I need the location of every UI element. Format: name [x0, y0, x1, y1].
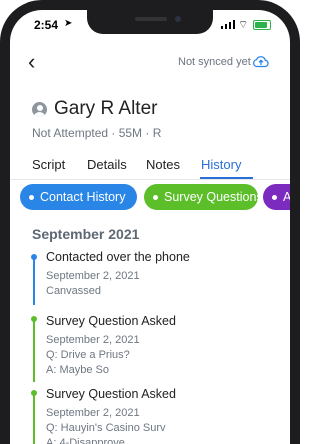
filter-chip-partial[interactable]: A — [263, 184, 290, 210]
history-entry[interactable]: Contacted over the phone September 2, 20… — [46, 250, 190, 299]
back-button[interactable]: ‹ — [28, 51, 35, 73]
cloud-upload-icon[interactable] — [252, 54, 270, 68]
history-entry-date: September 2, 2021 — [46, 407, 140, 419]
history-entry-question: Q: Hauyin's Casino Surv — [46, 422, 166, 434]
history-entry-detail: Canvassed — [46, 285, 102, 297]
tab-details[interactable]: Details — [87, 157, 127, 172]
history-entry[interactable]: Survey Question Asked September 2, 2021 … — [46, 387, 176, 444]
nav-bar: ‹ Not synced yet — [10, 50, 290, 80]
history-entry[interactable]: Survey Question Asked September 2, 2021 … — [46, 314, 176, 378]
history-entry-date: September 2, 2021 — [46, 334, 140, 346]
history-entry-title: Survey Question Asked — [46, 387, 176, 401]
phone-screen: 2:54 ➤ ⌔ ‹ Not synced yet Gary R Alter N… — [0, 0, 300, 444]
history-filter-chips: Contact History Survey Questions A — [20, 184, 290, 210]
filter-survey-questions[interactable]: Survey Questions — [144, 184, 263, 210]
timeline-dot — [31, 254, 37, 260]
timeline-dot — [31, 390, 37, 396]
tab-notes[interactable]: Notes — [146, 157, 180, 172]
history-entry-title: Survey Question Asked — [46, 314, 176, 328]
battery-icon — [253, 20, 271, 30]
timeline-connector — [33, 393, 35, 444]
history-month-heading: September 2021 — [32, 226, 140, 242]
front-camera — [175, 16, 181, 22]
timeline-connector — [33, 319, 35, 382]
person-icon — [32, 102, 47, 117]
history-entry-date: September 2, 2021 — [46, 270, 140, 282]
contact-subtitle: Not Attempted · 55M · R — [32, 126, 162, 140]
timeline-connector — [33, 257, 35, 305]
location-icon: ➤ — [64, 18, 73, 29]
history-entry-answer: A: 4-Disapprove — [46, 437, 125, 444]
tab-script[interactable]: Script — [32, 157, 65, 172]
tab-bar: Script Details Notes History — [10, 155, 290, 180]
sync-status: Not synced yet — [178, 56, 251, 68]
timeline-dot — [31, 316, 37, 322]
history-entry-answer: A: Maybe So — [46, 364, 109, 376]
speaker-grille — [135, 17, 167, 21]
active-tab-indicator — [200, 177, 253, 179]
cellular-signal-icon — [221, 20, 235, 29]
device-notch — [87, 10, 213, 34]
history-entry-title: Contacted over the phone — [46, 250, 190, 264]
history-entry-question: Q: Drive a Prius? — [46, 349, 130, 361]
filter-contact-history[interactable]: Contact History — [20, 184, 137, 210]
contact-name: Gary R Alter — [54, 98, 158, 119]
tab-history[interactable]: History — [201, 157, 241, 172]
wifi-icon: ⌔ — [238, 19, 249, 31]
status-time: 2:54 — [34, 18, 59, 32]
